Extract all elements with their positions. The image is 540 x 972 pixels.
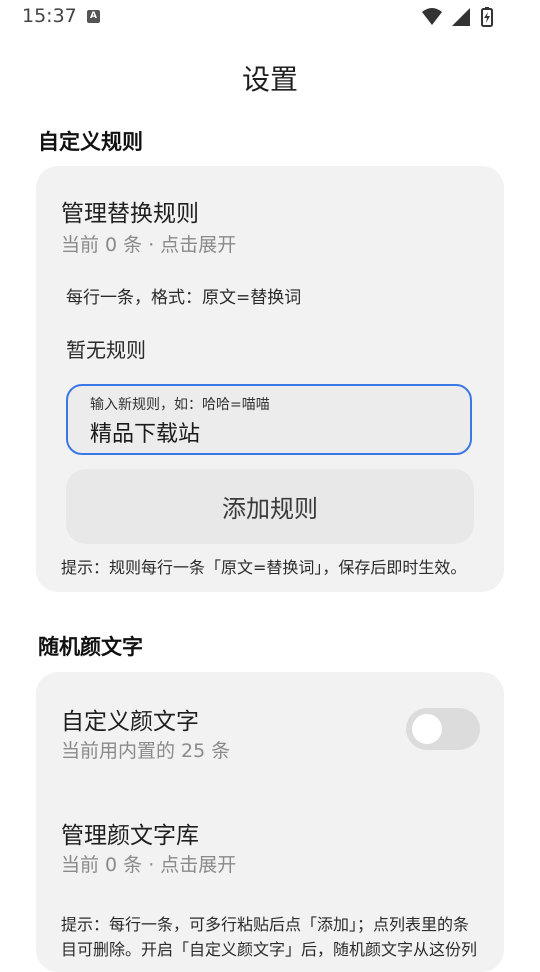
custom-kaomoji-subtitle: 当前用内置的 25 条: [61, 740, 231, 762]
toggle-knob: [412, 714, 442, 744]
battery-icon: [481, 7, 493, 27]
manage-kaomoji-title: 管理颜文字库: [61, 823, 199, 849]
manage-rules-title: 管理替换规则: [61, 201, 199, 227]
custom-rules-card: 管理替换规则 当前 0 条 · 点击展开 每行一条，格式：原文=替换词 暂无规则…: [36, 166, 504, 592]
add-rule-button[interactable]: 添加规则: [66, 469, 474, 544]
wifi-icon: [422, 8, 442, 25]
page-title: 设置: [241, 63, 298, 96]
kaomoji-hint-line-1: 提示：每行一条，可多行粘贴后点「添加」；点列表里的条: [61, 915, 470, 934]
rules-hint: 提示：规则每行一条「原文=替换词」，保存后即时生效。: [61, 558, 467, 577]
no-rules-text: 暂无规则: [66, 338, 146, 362]
new-rule-input[interactable]: 输入新规则，如：哈哈=喵喵 精品下载站: [66, 384, 472, 455]
section-title-kaomoji: 随机颜文字: [38, 635, 143, 659]
notification-a-icon: A: [87, 10, 100, 23]
new-rule-input-value[interactable]: 精品下载站: [90, 416, 200, 448]
section-title-custom-rules: 自定义规则: [38, 130, 143, 154]
custom-kaomoji-toggle[interactable]: [406, 708, 480, 750]
kaomoji-card: 自定义颜文字 当前用内置的 25 条 管理颜文字库 当前 0 条 · 点击展开 …: [36, 672, 504, 972]
manage-kaomoji-subtitle: 当前 0 条 · 点击展开: [61, 854, 237, 876]
signal-icon: [452, 8, 470, 26]
status-bar: 15:37 A: [0, 0, 540, 36]
rules-format-text: 每行一条，格式：原文=替换词: [66, 288, 302, 308]
status-icons: [420, 6, 500, 28]
manage-rules-subtitle: 当前 0 条 · 点击展开: [61, 234, 237, 256]
status-time: 15:37: [22, 5, 77, 27]
kaomoji-hint-line-2: 目可删除。开启「自定义颜文字」后，随机颜文字从这份列: [61, 940, 478, 959]
custom-kaomoji-title: 自定义颜文字: [61, 709, 199, 735]
new-rule-input-label: 输入新规则，如：哈哈=喵喵: [90, 397, 270, 413]
